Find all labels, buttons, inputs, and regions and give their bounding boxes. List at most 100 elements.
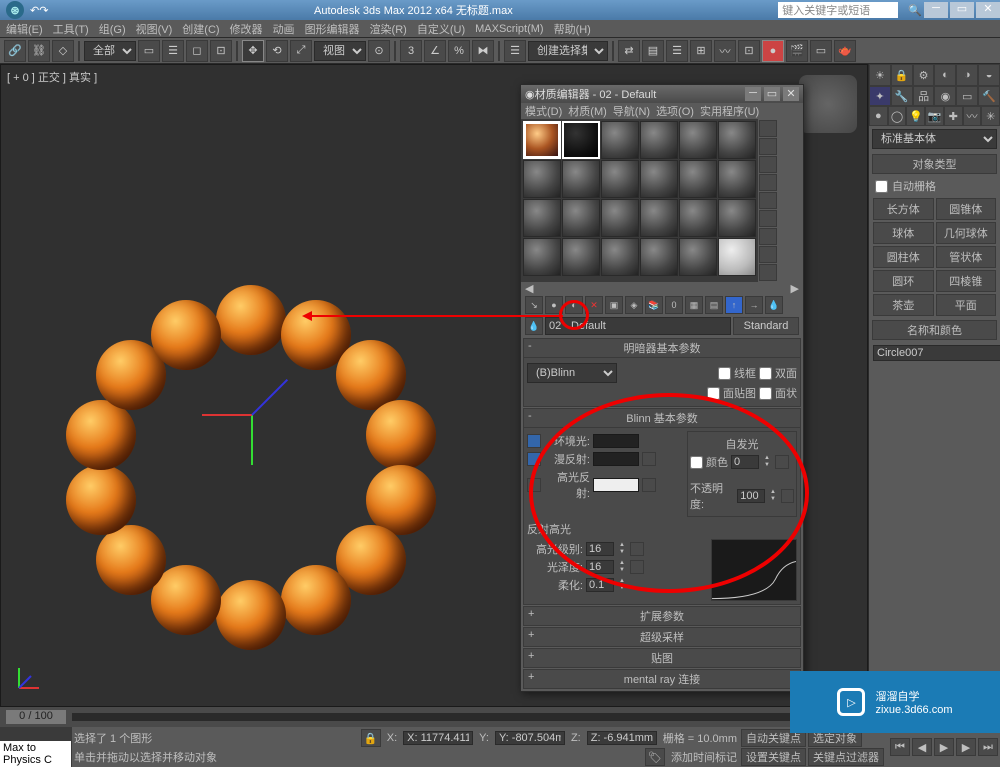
time-tag-icon[interactable]: 🏷: [645, 748, 665, 766]
named-sel-icon[interactable]: ☰: [504, 40, 526, 62]
lock-sel-icon[interactable]: 🔒: [361, 729, 381, 747]
backlight-icon[interactable]: [759, 138, 777, 155]
video-check-icon[interactable]: [759, 192, 777, 209]
subcategory-select[interactable]: 标准基本体: [872, 129, 997, 149]
put-to-lib-icon[interactable]: 📚: [645, 296, 663, 314]
cat-lights-icon[interactable]: 💡: [906, 106, 925, 126]
material-slot[interactable]: [640, 121, 678, 159]
twosided-checkbox[interactable]: [759, 367, 772, 380]
rollout-object-type[interactable]: 对象类型: [872, 154, 997, 174]
tab-display[interactable]: ▭: [956, 86, 978, 106]
mtl-map-nav-icon[interactable]: [759, 264, 777, 281]
material-slot[interactable]: [718, 121, 756, 159]
shader-select[interactable]: (B)Blinn: [527, 363, 617, 383]
menu-modifiers[interactable]: 修改器: [230, 21, 263, 37]
cat-shapes-icon[interactable]: ◯: [888, 106, 907, 126]
material-slot[interactable]: [601, 199, 639, 237]
scene-object-bracelet[interactable]: [51, 285, 451, 645]
select-icon[interactable]: ▭: [138, 40, 160, 62]
obj-torus[interactable]: 圆环: [873, 270, 934, 292]
faceted-checkbox[interactable]: [759, 387, 772, 400]
gloss-input[interactable]: [586, 560, 614, 574]
diffuse-lock-icon[interactable]: [527, 452, 541, 466]
qat-undo-icon[interactable]: ↶: [30, 4, 39, 17]
gloss-map-button[interactable]: [630, 560, 644, 574]
reset-map-icon[interactable]: ✕: [585, 296, 603, 314]
make-preview-icon[interactable]: [759, 210, 777, 227]
facemap-checkbox[interactable]: [707, 387, 720, 400]
obj-teapot[interactable]: 茶壶: [873, 294, 934, 316]
rollout-blinn-params[interactable]: Blinn 基本参数: [523, 408, 801, 428]
spinner-icon[interactable]: ▲▼: [762, 455, 772, 469]
object-name-input[interactable]: [873, 345, 1000, 361]
obj-plane[interactable]: 平面: [936, 294, 997, 316]
material-slot[interactable]: [679, 238, 717, 276]
lock-icon[interactable]: 🔒: [891, 64, 913, 86]
cat-cameras-icon[interactable]: 📷: [925, 106, 944, 126]
obj-geosphere[interactable]: 几何球体: [936, 222, 997, 244]
material-slot[interactable]: [718, 199, 756, 237]
mat-min-button[interactable]: ─: [745, 87, 761, 101]
mat-max-button[interactable]: ▭: [764, 87, 780, 101]
coord-x-input[interactable]: [403, 731, 473, 745]
menu-render[interactable]: 渲染(R): [370, 21, 407, 37]
material-slot-2[interactable]: [562, 121, 600, 159]
rollout-shader-params[interactable]: 明暗器基本参数: [523, 338, 801, 358]
link-icon[interactable]: 🔗: [4, 40, 26, 62]
show-end-icon[interactable]: ▤: [705, 296, 723, 314]
pivot-icon[interactable]: ⊙: [368, 40, 390, 62]
options-icon[interactable]: [759, 228, 777, 245]
layers-icon[interactable]: ☰: [666, 40, 688, 62]
menu-maxscript[interactable]: MAXScript(M): [475, 23, 543, 35]
menu-graph[interactable]: 图形编辑器: [305, 21, 360, 37]
background-icon[interactable]: [759, 156, 777, 173]
time-slider-thumb[interactable]: 0 / 100: [6, 710, 66, 724]
si-map-button[interactable]: [775, 455, 789, 469]
align-icon[interactable]: ▤: [642, 40, 664, 62]
wire-checkbox[interactable]: [718, 367, 731, 380]
si-color-checkbox[interactable]: [690, 456, 703, 469]
maxscript-listener[interactable]: Max to Physics C: [0, 741, 71, 767]
menu-tools[interactable]: 工具(T): [53, 21, 89, 37]
minimize-button[interactable]: ─: [924, 2, 948, 18]
menu-edit[interactable]: 编辑(E): [6, 21, 43, 37]
scale-icon[interactable]: ⤢: [290, 40, 312, 62]
snap-icon[interactable]: 3: [400, 40, 422, 62]
make-unique-icon[interactable]: ◈: [625, 296, 643, 314]
tool3-icon[interactable]: ◑: [956, 64, 978, 86]
render-icon[interactable]: 🫖: [834, 40, 856, 62]
material-slot[interactable]: [562, 238, 600, 276]
mat-menu-util[interactable]: 实用程序(U): [700, 103, 759, 119]
mat-close-button[interactable]: ✕: [783, 87, 799, 101]
material-name-input[interactable]: [545, 317, 731, 335]
rotate-icon[interactable]: ⟲: [266, 40, 288, 62]
specular-swatch[interactable]: [593, 478, 639, 492]
rollout-mentalray[interactable]: mental ray 连接: [523, 669, 801, 689]
si-value-input[interactable]: [731, 455, 759, 469]
assign-to-sel-icon[interactable]: ◐: [565, 296, 583, 314]
tab-motion[interactable]: ◉: [934, 86, 956, 106]
material-editor-icon[interactable]: ●: [762, 40, 784, 62]
time-tag-label[interactable]: 添加时间标记: [671, 749, 737, 765]
named-sel-select[interactable]: 创建选择集: [528, 41, 608, 61]
sample-type-icon[interactable]: [759, 120, 777, 137]
spinner-icon[interactable]: ▲▼: [617, 578, 627, 592]
material-slot[interactable]: [601, 160, 639, 198]
viewport-label[interactable]: [ + 0 ] 正交 ] 真实 ]: [7, 69, 97, 85]
make-copy-icon[interactable]: ▣: [605, 296, 623, 314]
goto-end-icon[interactable]: ⏭: [978, 738, 998, 756]
prev-frame-icon[interactable]: ◀: [912, 738, 932, 756]
obj-pyramid[interactable]: 四棱锥: [936, 270, 997, 292]
material-slot[interactable]: [640, 238, 678, 276]
material-type-button[interactable]: Standard: [733, 317, 799, 335]
sun-icon[interactable]: ☀: [869, 64, 891, 86]
pick-icon[interactable]: 💧: [525, 317, 543, 335]
mat-menu-nav[interactable]: 导航(N): [613, 103, 650, 119]
diffuse-map-button[interactable]: [642, 452, 656, 466]
material-slot[interactable]: [679, 199, 717, 237]
spec-level-input[interactable]: [586, 542, 614, 556]
ref-coord-select[interactable]: 视图: [314, 41, 366, 61]
unlink-icon[interactable]: ⛓: [28, 40, 50, 62]
tab-create[interactable]: ✦: [869, 86, 891, 106]
move-icon[interactable]: ✥: [242, 40, 264, 62]
